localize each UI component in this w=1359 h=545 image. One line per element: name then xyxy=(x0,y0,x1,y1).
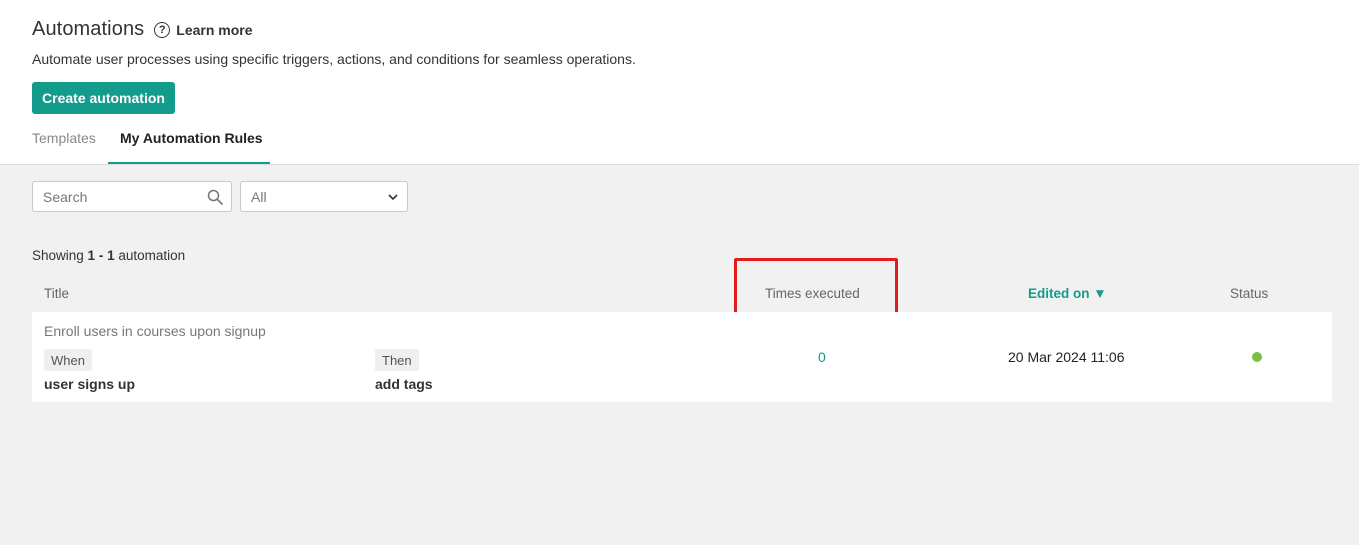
help-icon[interactable]: ? xyxy=(154,21,171,38)
highlight-annotation xyxy=(734,258,898,317)
edited-on-value: 20 Mar 2024 11:06 xyxy=(1008,349,1125,365)
result-range-separator: - xyxy=(95,248,108,263)
when-chip: When xyxy=(44,349,92,371)
result-count-prefix: Showing xyxy=(32,248,88,263)
title-row: Automations ? Learn more xyxy=(32,18,253,41)
create-automation-button[interactable]: Create automation xyxy=(32,82,175,114)
filter-select-value: All xyxy=(251,188,267,205)
page-subtitle: Automate user processes using specific t… xyxy=(32,51,636,67)
page-header: Automations ? Learn more Automate user p… xyxy=(0,0,1359,165)
filter-select[interactable]: All xyxy=(240,181,408,212)
learn-more-link[interactable]: Learn more xyxy=(176,22,252,38)
sort-desc-icon: ▼ xyxy=(1093,286,1107,301)
table-row[interactable]: Enroll users in courses upon signup When… xyxy=(32,312,1332,402)
edited-on-label: Edited on xyxy=(1028,286,1090,301)
column-header-status: Status xyxy=(1230,286,1269,301)
search-field[interactable] xyxy=(32,181,232,212)
result-count: Showing 1 - 1 automation xyxy=(32,248,185,263)
result-range-start: 1 xyxy=(87,248,96,263)
tab-templates[interactable]: Templates xyxy=(32,130,96,164)
then-chip: Then xyxy=(375,349,419,371)
status-indicator xyxy=(1252,352,1262,362)
tab-my-automation-rules[interactable]: My Automation Rules xyxy=(108,130,270,164)
column-header-edited-on[interactable]: Edited on ▼ xyxy=(1028,286,1107,301)
column-header-title: Title xyxy=(44,286,70,301)
result-range-end: 1 xyxy=(107,248,115,263)
result-count-suffix: automation xyxy=(114,248,186,263)
search-icon[interactable] xyxy=(207,189,223,205)
when-condition: user signs up xyxy=(44,376,136,392)
page-title: Automations xyxy=(32,18,145,40)
rule-title[interactable]: Enroll users in courses upon signup xyxy=(44,323,266,339)
times-executed-value[interactable]: 0 xyxy=(818,349,826,365)
search-input[interactable] xyxy=(33,182,203,211)
chevron-down-icon xyxy=(388,194,398,201)
then-action: add tags xyxy=(375,376,433,392)
